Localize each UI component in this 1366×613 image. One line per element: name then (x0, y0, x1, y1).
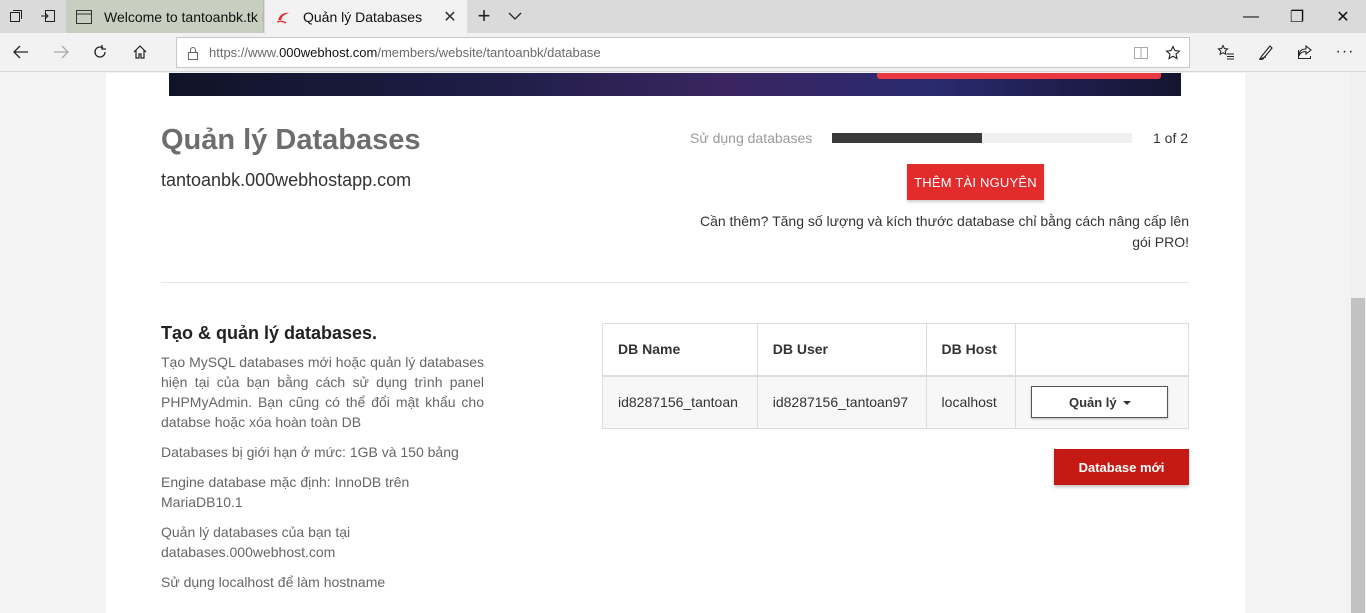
content-panel: Quản lý Databases tantoanbk.000webhostap… (106, 73, 1245, 613)
db-host-cell: localhost (925, 375, 1017, 429)
db-action-cell: Quản lý (1015, 375, 1189, 429)
maximize-icon[interactable]: ❐ (1274, 0, 1320, 33)
new-tab-icon[interactable]: + (471, 3, 497, 28)
set-aside-tabs-icon[interactable] (35, 4, 61, 28)
window-close-icon[interactable]: ✕ (1320, 0, 1366, 33)
tab-databases[interactable]: Quản lý Databases ✕ (265, 0, 467, 33)
tab-title: Welcome to tantoanbk.tk Fr (104, 8, 263, 25)
caret-down-icon (1122, 401, 1131, 406)
more-icon[interactable]: ··· (1330, 38, 1360, 66)
column-header: DB Host (925, 323, 1017, 377)
refresh-icon[interactable] (85, 38, 115, 66)
url-host: 000webhost.com (279, 45, 378, 60)
home-icon[interactable] (125, 38, 155, 66)
new-database-button[interactable]: Database mới (1054, 449, 1189, 485)
manage-at-text: Quản lý databases của bạn tại databases.… (161, 524, 351, 560)
promo-banner (169, 73, 1181, 96)
tab-bar: Welcome to tantoanbk.tk Fr Quản lý Datab… (0, 0, 1366, 33)
minimize-icon[interactable]: — (1228, 0, 1274, 33)
add-resource-button[interactable]: THÊM TÀI NGUYÊN (907, 164, 1044, 200)
manage-label: Quản lý (1068, 394, 1117, 410)
pen-notes-icon[interactable] (1251, 38, 1281, 66)
db-name-cell: id8287156_tantoan (602, 375, 758, 429)
forward-icon[interactable] (46, 38, 76, 66)
banner-button[interactable] (877, 73, 1161, 79)
favorite-star-icon[interactable] (1157, 44, 1189, 61)
table-row: id8287156_tantoan id8287156_tantoan97 lo… (602, 375, 1189, 429)
site-domain: tantoanbk.000webhostapp.com (161, 170, 412, 190)
close-tab-icon[interactable]: ✕ (439, 7, 461, 27)
scrollbar-thumb[interactable] (1351, 298, 1365, 613)
000webhost-logo-icon (275, 9, 291, 25)
column-header (1015, 323, 1189, 377)
reading-view-icon[interactable] (1125, 46, 1157, 60)
page-title: Quản lý Databases (161, 124, 421, 156)
url-path: /members/website/tantoanbk/database (377, 45, 601, 60)
limits-text: Databases bị giới hạn ở mức: 1GB và 150 … (161, 444, 459, 460)
lock-icon (177, 46, 209, 60)
chevron-down-icon[interactable] (502, 4, 528, 28)
column-header: DB Name (602, 323, 758, 377)
upgrade-note: Cần thêm? Tăng số lượng và kích thước da… (699, 213, 1189, 250)
page-icon (76, 9, 92, 25)
share-icon[interactable] (1290, 38, 1320, 66)
db-user-cell: id8287156_tantoan97 (756, 375, 927, 429)
table-header-row: DB Name DB User DB Host (602, 323, 1189, 377)
usage-count: 1 of 2 (1153, 130, 1189, 146)
usage-label: Sử dụng databases (690, 130, 813, 146)
section-divider (161, 282, 1189, 283)
tab-actions-icon[interactable] (3, 4, 29, 28)
hostname-tip: Sử dụng localhost để làm hostname (161, 574, 386, 590)
url-prefix: https://www. (209, 45, 280, 60)
engine-text: Engine database mặc định: InnoDB trên Ma… (161, 474, 410, 510)
usage-progress-fill (832, 133, 982, 143)
manage-dropdown-button[interactable]: Quản lý (1031, 386, 1169, 419)
url-field[interactable]: https://www.000webhost.com/members/websi… (176, 37, 1190, 68)
section-title: Tạo & quản lý databases. (161, 323, 378, 343)
section-description: Tạo MySQL databases mới hoặc quản lý dat… (161, 354, 484, 430)
url-text[interactable]: https://www.000webhost.com/members/websi… (209, 45, 1125, 60)
back-icon[interactable] (6, 38, 36, 66)
usage-progress-bar (832, 133, 1132, 143)
tab-title: Quản lý Databases (303, 8, 423, 25)
tab-welcome[interactable]: Welcome to tantoanbk.tk Fr (66, 0, 264, 33)
databases-table: DB Name DB User DB Host id8287156_tantoa… (602, 323, 1189, 429)
column-header: DB User (756, 323, 927, 377)
address-bar: https://www.000webhost.com/members/websi… (0, 33, 1366, 72)
favorites-hub-icon[interactable] (1211, 38, 1241, 66)
